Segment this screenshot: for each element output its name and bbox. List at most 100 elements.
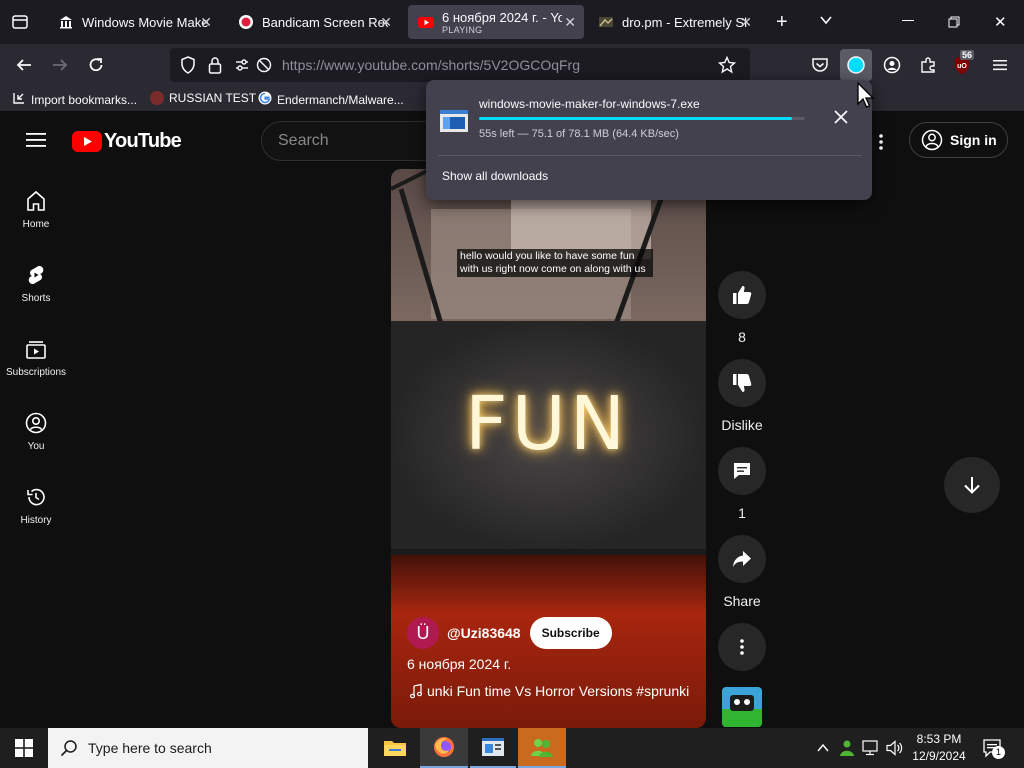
- more-actions-button[interactable]: [718, 623, 766, 671]
- more-options-icon[interactable]: [878, 133, 884, 156]
- restore-button[interactable]: [948, 15, 960, 33]
- show-all-downloads-button[interactable]: Show all downloads: [442, 169, 548, 183]
- permissions-icon[interactable]: [234, 57, 250, 78]
- account-button[interactable]: [880, 53, 904, 77]
- downloads-panel: windows-movie-maker-for-windows-7.exe 55…: [426, 80, 872, 200]
- url-bar[interactable]: https://www.youtube.com/shorts/5V2OGCOqF…: [170, 48, 750, 82]
- tab-bandicam[interactable]: Bandicam Screen Reco ✕: [228, 5, 400, 39]
- comment-count: 1: [738, 505, 746, 521]
- account-icon: [883, 56, 901, 74]
- tab-dro-pm[interactable]: dro.pm - Extremely Sh ✕: [588, 5, 760, 39]
- sidebar-item-home[interactable]: Home: [0, 189, 72, 230]
- dro-pm-icon: [598, 14, 614, 30]
- search-box[interactable]: Search: [261, 121, 441, 161]
- clock-date: 12/9/2024: [912, 749, 966, 763]
- subscribe-label: Subscribe: [541, 626, 600, 640]
- start-button[interactable]: [0, 728, 48, 768]
- url-text[interactable]: https://www.youtube.com/shorts/5V2OGCOqF…: [282, 57, 580, 73]
- sidebar-item-label: History: [20, 515, 52, 526]
- import-icon: [12, 91, 26, 108]
- extensions-button[interactable]: [916, 53, 940, 77]
- tab-overflow-chevron-icon[interactable]: [818, 12, 834, 33]
- channel-avatar[interactable]: Ü: [407, 617, 439, 649]
- record-icon: [238, 14, 254, 30]
- taskbar-app-window[interactable]: [470, 728, 516, 768]
- close-icon[interactable]: ✕: [564, 14, 576, 31]
- new-tab-button[interactable]: +: [776, 11, 788, 34]
- share-label: Share: [723, 593, 761, 609]
- tab-youtube-active[interactable]: 6 ноября 2024 г. - You PLAYING ✕: [408, 5, 584, 39]
- windows-taskbar: Type here to search 8:53 PM 12/9/2024 1: [0, 728, 1024, 768]
- reload-button[interactable]: [84, 53, 108, 77]
- sound-thumbnail[interactable]: [722, 687, 762, 727]
- sidebar-item-label: You: [27, 441, 45, 452]
- close-icon[interactable]: ✕: [740, 14, 752, 31]
- windows-logo-icon: [15, 739, 33, 757]
- like-button[interactable]: 8: [718, 271, 766, 345]
- comments-button[interactable]: 1: [718, 447, 766, 521]
- downloads-button[interactable]: [840, 49, 872, 81]
- music-note-icon: [409, 683, 423, 699]
- subscribe-button[interactable]: Subscribe: [529, 617, 612, 649]
- google-icon: [258, 91, 272, 108]
- action-center-button[interactable]: 1: [982, 737, 1005, 764]
- tab-title: 6 ноября 2024 г. - You: [442, 9, 562, 25]
- tab-windows-movie-maker[interactable]: Windows Movie Maker ✕: [48, 5, 220, 39]
- sign-in-label: Sign in: [950, 132, 997, 148]
- volume-icon[interactable]: [886, 740, 904, 761]
- sidebar-item-shorts[interactable]: Shorts: [0, 263, 72, 304]
- bookmark-import[interactable]: Import bookmarks...: [12, 91, 137, 108]
- channel-name[interactable]: @Uzi83648: [447, 625, 521, 641]
- bookmark-russian-test[interactable]: RUSSIAN TEST: [150, 91, 256, 105]
- video-sign-text: FUN: [465, 381, 630, 467]
- dislike-button[interactable]: Dislike: [718, 359, 766, 433]
- network-icon[interactable]: [862, 740, 880, 761]
- exe-file-icon: [440, 110, 468, 132]
- guide-menu-button[interactable]: [26, 132, 46, 153]
- taskbar-file-explorer[interactable]: [372, 728, 418, 768]
- pocket-button[interactable]: [808, 53, 832, 77]
- bookmark-star-icon[interactable]: [717, 55, 737, 79]
- sidebar-item-subscriptions[interactable]: Subscriptions: [0, 337, 72, 378]
- show-hidden-icons-chevron-icon[interactable]: [816, 741, 830, 760]
- sidebar-item-you[interactable]: You: [0, 411, 72, 452]
- back-arrow-icon: [16, 59, 31, 71]
- download-item[interactable]: windows-movie-maker-for-windows-7.exe 55…: [426, 80, 872, 150]
- search-input[interactable]: Search: [278, 132, 329, 150]
- taskbar-firefox[interactable]: [420, 728, 468, 768]
- russian-test-favicon: [150, 91, 164, 105]
- tray-people-icon[interactable]: [838, 739, 856, 762]
- avatar-letter: Ü: [416, 622, 430, 643]
- tracking-protection-shield-icon[interactable]: [180, 56, 196, 79]
- cancel-download-button[interactable]: [834, 110, 848, 129]
- close-icon[interactable]: ✕: [380, 14, 392, 31]
- search-icon: [60, 740, 77, 757]
- sound-row[interactable]: unki Fun time Vs Horror Versions #sprunk…: [409, 683, 689, 699]
- forward-button[interactable]: [48, 53, 72, 77]
- tab-title: Windows Movie Maker: [82, 14, 208, 30]
- close-icon: [834, 110, 848, 124]
- back-button[interactable]: [12, 53, 36, 77]
- bookmark-endermanch[interactable]: Endermanch/Malware...: [258, 91, 404, 108]
- autoplay-blocked-icon[interactable]: [256, 57, 272, 78]
- shorts-video-player[interactable]: hello would you like to have some fun wi…: [391, 169, 706, 728]
- lock-icon[interactable]: [208, 56, 222, 79]
- next-video-button[interactable]: [944, 457, 1000, 513]
- minimize-button[interactable]: [902, 20, 914, 21]
- sidebar-item-history[interactable]: History: [0, 485, 72, 526]
- share-button[interactable]: Share: [718, 535, 766, 609]
- sign-in-button[interactable]: Sign in: [909, 122, 1008, 158]
- close-icon[interactable]: ✕: [200, 14, 212, 31]
- ublock-extension-button[interactable]: uO 56: [952, 50, 976, 78]
- youtube-logo[interactable]: YouTube: [72, 130, 182, 153]
- download-filename: windows-movie-maker-for-windows-7.exe: [479, 97, 700, 111]
- taskbar-green-app[interactable]: [518, 728, 566, 768]
- taskbar-search-input[interactable]: Type here to search: [88, 740, 212, 756]
- firefox-icon: [434, 737, 454, 757]
- app-menu-button[interactable]: [988, 53, 1012, 77]
- taskbar-search-box[interactable]: Type here to search: [48, 728, 368, 768]
- tab-list-icon[interactable]: [10, 12, 30, 32]
- clock[interactable]: 8:53 PM 12/9/2024: [908, 731, 970, 765]
- green-users-icon: [531, 739, 553, 757]
- close-window-button[interactable]: ✕: [994, 13, 1007, 31]
